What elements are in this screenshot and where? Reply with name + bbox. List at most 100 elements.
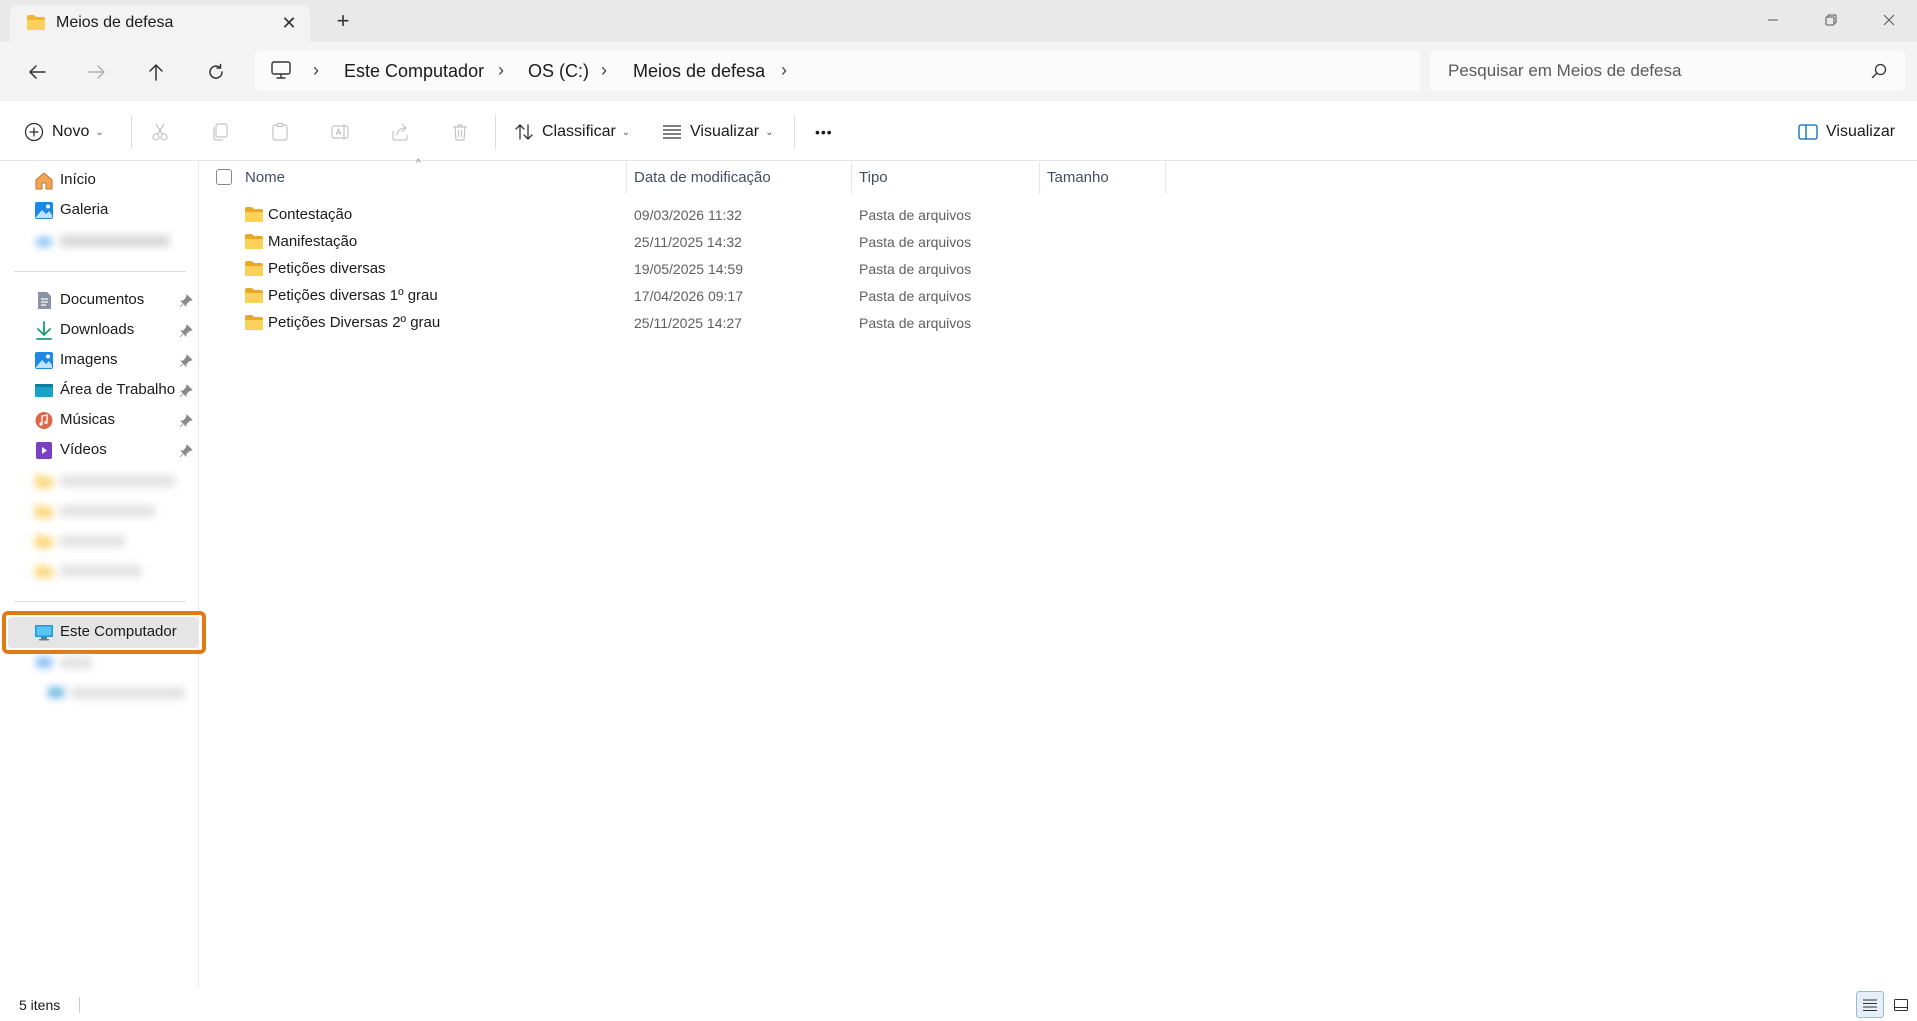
paste-button[interactable] xyxy=(270,119,290,145)
table-row[interactable]: Manifestação 25/11/2025 14:32 Pasta de a… xyxy=(200,228,1200,255)
forward-button[interactable] xyxy=(84,59,110,85)
sidebar-item-redacted-folder[interactable] xyxy=(0,556,199,584)
sidebar-item-redacted-device[interactable] xyxy=(0,678,199,706)
redacted-label xyxy=(60,565,142,577)
view-button[interactable]: Visualizar ⌄ xyxy=(662,119,773,145)
pin-icon[interactable] xyxy=(179,324,193,338)
sidebar-item-videos[interactable]: Vídeos xyxy=(0,436,199,464)
sort-label: Classificar xyxy=(542,123,616,140)
rename-button[interactable] xyxy=(330,119,350,145)
sidebar-item-label: Área de Trabalho xyxy=(60,381,176,398)
file-modified: 25/11/2025 14:32 xyxy=(634,234,742,250)
breadcrumb-meios-de-defesa[interactable]: Meios de defesa xyxy=(633,61,765,82)
column-divider[interactable] xyxy=(1165,162,1166,194)
select-all-checkbox[interactable] xyxy=(216,169,232,185)
more-options-button[interactable]: ••• xyxy=(815,119,833,145)
sidebar-item-area-de-trabalho[interactable]: Área de Trabalho xyxy=(0,376,199,404)
address-bar[interactable]: › Este Computador › OS (C:) › Meios de d… xyxy=(255,51,1420,91)
more-icon: ••• xyxy=(815,124,833,140)
column-size[interactable]: Tamanho xyxy=(1047,169,1109,186)
sidebar-item-onedrive[interactable] xyxy=(0,226,199,254)
divider xyxy=(131,115,132,149)
sidebar-item-redacted-folder[interactable] xyxy=(0,466,199,494)
sidebar-item-redacted-folder[interactable] xyxy=(0,496,199,524)
sidebar-item-downloads[interactable]: Downloads xyxy=(0,316,199,344)
table-row[interactable]: Petições diversas 19/05/2025 14:59 Pasta… xyxy=(200,255,1200,282)
file-name: Contestação xyxy=(268,206,353,223)
desktop-icon xyxy=(35,384,53,397)
pin-icon[interactable] xyxy=(179,414,193,428)
plus-circle-icon xyxy=(24,122,44,142)
sidebar-item-redacted-folder[interactable] xyxy=(0,526,199,554)
column-divider[interactable] xyxy=(626,162,627,194)
new-button[interactable]: Novo ⌄ xyxy=(24,119,104,145)
details-view-button[interactable] xyxy=(1856,991,1884,1018)
cut-button[interactable] xyxy=(150,119,170,145)
sidebar-item-documentos[interactable]: Documentos xyxy=(0,286,199,314)
table-row[interactable]: Petições Diversas 2º grau 25/11/2025 14:… xyxy=(200,309,1200,336)
file-list: ^ Nome Data de modificação Tipo Tamanho … xyxy=(200,158,1917,988)
breadcrumb-este-computador[interactable]: Este Computador xyxy=(344,61,484,82)
breadcrumb-os-c[interactable]: OS (C:) xyxy=(528,61,589,82)
tab-meios-de-defesa[interactable]: Meios de defesa ✕ xyxy=(10,5,310,42)
column-divider[interactable] xyxy=(851,162,852,194)
file-name: Manifestação xyxy=(268,233,358,250)
new-tab-button[interactable]: + xyxy=(331,9,355,33)
close-window-button[interactable] xyxy=(1866,5,1912,35)
file-type: Pasta de arquivos xyxy=(859,234,972,250)
navigation-pane: Início Galeria Documentos Downloads Imag… xyxy=(0,162,206,988)
sort-ascending-icon: ^ xyxy=(416,158,421,169)
redacted-label xyxy=(60,505,155,517)
cloud-icon xyxy=(35,237,53,247)
close-tab-icon[interactable]: ✕ xyxy=(280,14,298,32)
table-row[interactable]: Petições diversas 1º grau 17/04/2026 09:… xyxy=(200,282,1200,309)
sidebar-item-imagens[interactable]: Imagens xyxy=(0,346,199,374)
breadcrumb-separator[interactable]: › xyxy=(498,60,504,81)
minimize-button[interactable] xyxy=(1750,5,1796,35)
pin-icon[interactable] xyxy=(179,444,193,458)
sidebar-item-redacted-network[interactable] xyxy=(0,648,199,676)
file-name: Petições diversas xyxy=(268,260,386,277)
restore-icon xyxy=(1825,14,1837,26)
table-row[interactable]: Contestação 09/03/2026 11:32 Pasta de ar… xyxy=(200,201,1200,228)
delete-button[interactable] xyxy=(450,119,470,145)
sidebar-item-galeria[interactable]: Galeria xyxy=(0,196,199,224)
arrow-right-icon xyxy=(88,65,105,79)
redacted-label xyxy=(60,235,170,247)
search-input[interactable]: Pesquisar em Meios de defesa xyxy=(1430,51,1905,91)
divider xyxy=(495,115,496,149)
column-header-row: ^ Nome Data de modificação Tipo Tamanho xyxy=(200,158,1917,194)
breadcrumb-separator[interactable]: › xyxy=(781,60,787,81)
preview-pane-button[interactable]: Visualizar xyxy=(1798,119,1895,145)
column-divider[interactable] xyxy=(1039,162,1040,194)
refresh-button[interactable] xyxy=(203,59,229,85)
up-button[interactable] xyxy=(143,59,169,85)
file-modified: 19/05/2025 14:59 xyxy=(634,261,743,277)
pin-icon[interactable] xyxy=(179,384,193,398)
share-button[interactable] xyxy=(390,119,410,145)
sidebar-item-inicio[interactable]: Início xyxy=(0,166,199,194)
copy-icon xyxy=(213,123,228,141)
refresh-icon xyxy=(209,63,223,79)
column-modified[interactable]: Data de modificação xyxy=(634,169,771,186)
sidebar-item-musicas[interactable]: Músicas xyxy=(0,406,199,434)
music-icon xyxy=(35,412,53,429)
divider xyxy=(79,997,80,1013)
folder-icon xyxy=(245,288,263,303)
pin-icon[interactable] xyxy=(179,354,193,368)
search-icon[interactable] xyxy=(1871,63,1887,79)
divider xyxy=(14,601,186,602)
divider xyxy=(14,271,186,272)
minimize-icon xyxy=(1768,19,1778,21)
large-icons-view-button[interactable] xyxy=(1888,991,1914,1018)
breadcrumb-separator[interactable]: › xyxy=(313,60,319,81)
restore-button[interactable] xyxy=(1808,5,1854,35)
sort-button[interactable]: Classificar ⌄ xyxy=(514,119,630,145)
column-type[interactable]: Tipo xyxy=(859,169,888,186)
column-name[interactable]: Nome xyxy=(245,169,285,186)
new-label: Novo xyxy=(52,123,90,140)
breadcrumb-separator[interactable]: › xyxy=(601,60,607,81)
back-button[interactable] xyxy=(24,59,50,85)
copy-button[interactable] xyxy=(210,119,230,145)
pin-icon[interactable] xyxy=(179,294,193,308)
